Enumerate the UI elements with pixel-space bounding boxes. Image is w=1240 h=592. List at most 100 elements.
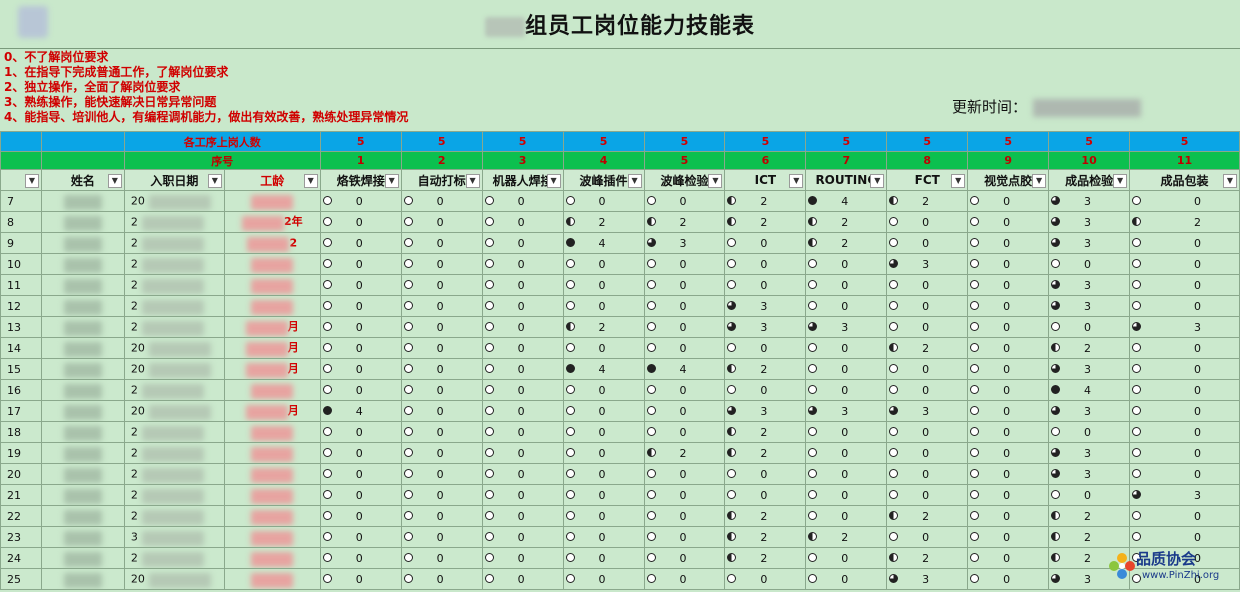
skill-level-cell[interactable]: 0 bbox=[886, 484, 969, 506]
skill-level-cell[interactable]: 0 bbox=[643, 568, 726, 590]
skill-level-cell[interactable]: 0 bbox=[886, 463, 969, 485]
skill-level-cell[interactable]: 2 bbox=[1048, 526, 1131, 548]
filter-dropdown-icon[interactable]: ▼ bbox=[1032, 174, 1047, 188]
skill-level-cell[interactable]: 3 bbox=[1048, 274, 1131, 296]
skill-level-cell[interactable]: 0 bbox=[562, 442, 645, 464]
skill-level-cell[interactable]: 0 bbox=[400, 484, 483, 506]
skill-level-cell[interactable]: 0 bbox=[481, 442, 564, 464]
skill-level-cell[interactable]: 0 bbox=[1129, 358, 1240, 380]
skill-level-cell[interactable]: 0 bbox=[481, 547, 564, 569]
skill-level-cell[interactable]: 0 bbox=[967, 484, 1050, 506]
skill-level-cell[interactable]: 0 bbox=[400, 274, 483, 296]
skill-level-cell[interactable]: 0 bbox=[724, 337, 807, 359]
skill-level-cell[interactable]: 0 bbox=[319, 547, 402, 569]
filter-dropdown-icon[interactable]: ▼ bbox=[1113, 174, 1128, 188]
skill-level-cell[interactable]: 3 bbox=[805, 316, 888, 338]
skill-level-cell[interactable]: 0 bbox=[481, 505, 564, 527]
skill-level-cell[interactable]: 3 bbox=[1048, 211, 1131, 233]
skill-level-cell[interactable]: 0 bbox=[481, 568, 564, 590]
skill-level-cell[interactable]: 0 bbox=[643, 526, 726, 548]
skill-level-cell[interactable]: 0 bbox=[562, 484, 645, 506]
skill-level-cell[interactable]: 0 bbox=[481, 295, 564, 317]
skill-level-cell[interactable]: 3 bbox=[886, 253, 969, 275]
skill-level-cell[interactable]: 0 bbox=[805, 253, 888, 275]
skill-level-cell[interactable]: 0 bbox=[481, 274, 564, 296]
skill-level-cell[interactable]: 0 bbox=[1129, 190, 1240, 212]
skill-level-cell[interactable]: 0 bbox=[481, 358, 564, 380]
skill-level-cell[interactable]: 2 bbox=[805, 211, 888, 233]
skill-level-cell[interactable]: 4 bbox=[562, 358, 645, 380]
skill-level-cell[interactable]: 0 bbox=[643, 295, 726, 317]
skill-level-cell[interactable]: 0 bbox=[805, 295, 888, 317]
skill-level-cell[interactable]: 0 bbox=[643, 316, 726, 338]
skill-level-cell[interactable]: 0 bbox=[886, 421, 969, 443]
skill-level-cell[interactable]: 0 bbox=[1129, 526, 1240, 548]
skill-level-cell[interactable]: 0 bbox=[400, 337, 483, 359]
skill-level-cell[interactable]: 0 bbox=[643, 253, 726, 275]
skill-level-cell[interactable]: 0 bbox=[724, 379, 807, 401]
skill-level-cell[interactable]: 0 bbox=[967, 232, 1050, 254]
skill-level-cell[interactable]: 0 bbox=[481, 379, 564, 401]
skill-level-cell[interactable]: 0 bbox=[319, 211, 402, 233]
skill-level-cell[interactable]: 0 bbox=[1129, 232, 1240, 254]
skill-level-cell[interactable]: 0 bbox=[643, 379, 726, 401]
skill-level-cell[interactable]: 0 bbox=[1129, 274, 1240, 296]
skill-level-cell[interactable]: 0 bbox=[967, 463, 1050, 485]
skill-level-cell[interactable]: 0 bbox=[319, 379, 402, 401]
skill-level-cell[interactable]: 0 bbox=[319, 568, 402, 590]
skill-level-cell[interactable]: 0 bbox=[1129, 421, 1240, 443]
skill-level-cell[interactable]: 0 bbox=[967, 526, 1050, 548]
skill-level-cell[interactable]: 0 bbox=[1129, 400, 1240, 422]
skill-level-cell[interactable]: 0 bbox=[1129, 505, 1240, 527]
skill-level-cell[interactable]: 0 bbox=[1048, 484, 1131, 506]
skill-level-cell[interactable]: 0 bbox=[400, 190, 483, 212]
skill-level-cell[interactable]: 0 bbox=[319, 316, 402, 338]
skill-level-cell[interactable]: 0 bbox=[319, 295, 402, 317]
skill-level-cell[interactable]: 4 bbox=[643, 358, 726, 380]
skill-level-cell[interactable]: 3 bbox=[886, 568, 969, 590]
skill-level-cell[interactable]: 0 bbox=[643, 421, 726, 443]
skill-level-cell[interactable]: 2 bbox=[805, 526, 888, 548]
skill-level-cell[interactable]: 0 bbox=[805, 421, 888, 443]
skill-level-cell[interactable]: 3 bbox=[724, 295, 807, 317]
skill-level-cell[interactable]: 0 bbox=[400, 442, 483, 464]
filter-dropdown-icon[interactable]: ▼ bbox=[303, 174, 318, 188]
filter-dropdown-icon[interactable]: ▼ bbox=[870, 174, 885, 188]
skill-level-cell[interactable]: 2 bbox=[562, 316, 645, 338]
skill-level-cell[interactable]: 3 bbox=[724, 400, 807, 422]
skill-level-cell[interactable]: 0 bbox=[967, 358, 1050, 380]
skill-level-cell[interactable]: 0 bbox=[319, 358, 402, 380]
skill-level-cell[interactable]: 2 bbox=[886, 505, 969, 527]
skill-level-cell[interactable]: 0 bbox=[562, 421, 645, 443]
skill-level-cell[interactable]: 3 bbox=[724, 316, 807, 338]
filter-dropdown-icon[interactable]: ▼ bbox=[1223, 174, 1237, 188]
skill-level-cell[interactable]: 0 bbox=[562, 568, 645, 590]
skill-level-cell[interactable]: 2 bbox=[643, 211, 726, 233]
skill-level-cell[interactable]: 0 bbox=[319, 463, 402, 485]
skill-level-cell[interactable]: 0 bbox=[967, 295, 1050, 317]
skill-level-cell[interactable]: 0 bbox=[400, 232, 483, 254]
skill-level-cell[interactable]: 3 bbox=[1048, 190, 1131, 212]
skill-level-cell[interactable]: 0 bbox=[562, 190, 645, 212]
skill-level-cell[interactable]: 2 bbox=[886, 337, 969, 359]
skill-level-cell[interactable]: 0 bbox=[319, 232, 402, 254]
skill-level-cell[interactable]: 0 bbox=[724, 568, 807, 590]
skill-level-cell[interactable]: 0 bbox=[319, 526, 402, 548]
skill-level-cell[interactable]: 0 bbox=[400, 295, 483, 317]
skill-level-cell[interactable]: 0 bbox=[886, 358, 969, 380]
skill-level-cell[interactable]: 0 bbox=[1129, 295, 1240, 317]
skill-level-cell[interactable]: 0 bbox=[967, 190, 1050, 212]
skill-level-cell[interactable]: 0 bbox=[967, 400, 1050, 422]
skill-level-cell[interactable]: 0 bbox=[724, 274, 807, 296]
skill-level-cell[interactable]: 0 bbox=[481, 526, 564, 548]
skill-level-cell[interactable]: 0 bbox=[724, 232, 807, 254]
skill-level-cell[interactable]: 0 bbox=[805, 463, 888, 485]
skill-level-cell[interactable]: 0 bbox=[481, 316, 564, 338]
skill-level-cell[interactable]: 2 bbox=[886, 190, 969, 212]
skill-level-cell[interactable]: 3 bbox=[643, 232, 726, 254]
filter-dropdown-icon[interactable]: ▼ bbox=[627, 174, 642, 188]
skill-level-cell[interactable]: 2 bbox=[643, 442, 726, 464]
skill-level-cell[interactable]: 0 bbox=[562, 253, 645, 275]
skill-level-cell[interactable]: 0 bbox=[805, 505, 888, 527]
skill-level-cell[interactable]: 0 bbox=[319, 190, 402, 212]
